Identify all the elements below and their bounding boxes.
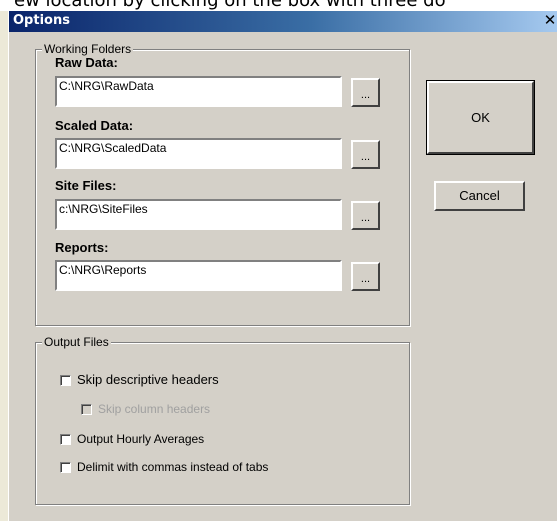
reports-browse-button[interactable]: ... — [351, 262, 380, 291]
options-dialog: Options ✕ Working Folders Raw Data: ... … — [8, 11, 557, 521]
output-files-legend: Output Files — [42, 335, 111, 349]
close-icon[interactable]: ✕ — [542, 11, 557, 32]
scaled-data-field[interactable] — [55, 138, 342, 169]
site-files-browse-button[interactable]: ... — [351, 201, 380, 230]
checkbox-label: Skip descriptive headers — [77, 372, 219, 387]
scaled-data-input[interactable] — [59, 141, 342, 155]
checkbox-box[interactable] — [81, 403, 92, 415]
scaled-data-browse-button[interactable]: ... — [351, 140, 380, 169]
site-files-label: Site Files: — [55, 178, 117, 193]
reports-input[interactable] — [59, 263, 342, 277]
ok-button[interactable]: OK — [426, 80, 535, 155]
reports-label: Reports: — [55, 240, 109, 255]
checkbox-box[interactable] — [60, 433, 71, 445]
window-title: Options — [13, 13, 70, 28]
cancel-button[interactable]: Cancel — [434, 181, 525, 211]
title-bar[interactable]: Options ✕ — [9, 11, 557, 32]
checkbox-label: Delimit with commas instead of tabs — [77, 460, 269, 474]
site-files-field[interactable] — [55, 199, 342, 230]
scaled-data-label: Scaled Data: — [55, 118, 134, 133]
skip-descriptive-headers-checkbox[interactable]: Skip descriptive headers — [60, 372, 219, 388]
checkbox-label: Skip column headers — [98, 402, 211, 416]
checkbox-box[interactable] — [60, 461, 71, 473]
background-document-text: ew location by clicking on the box with … — [0, 0, 557, 11]
reports-field[interactable] — [55, 260, 342, 291]
raw-data-label: Raw Data: — [55, 55, 118, 70]
checkbox-label: Output Hourly Averages — [77, 432, 205, 446]
output-files-group: Output Files Skip descriptive headers Sk… — [35, 335, 410, 505]
site-files-input[interactable] — [59, 202, 342, 216]
raw-data-input[interactable] — [59, 79, 342, 93]
skip-column-headers-checkbox[interactable]: Skip column headers — [81, 401, 210, 417]
working-folders-group: Working Folders Raw Data: ... Scaled Dat… — [35, 42, 410, 326]
raw-data-browse-button[interactable]: ... — [351, 78, 380, 107]
output-hourly-averages-checkbox[interactable]: Output Hourly Averages — [60, 431, 204, 447]
raw-data-field[interactable] — [55, 76, 342, 107]
delimit-commas-checkbox[interactable]: Delimit with commas instead of tabs — [60, 459, 268, 475]
checkbox-box[interactable] — [60, 374, 71, 386]
working-folders-legend: Working Folders — [42, 42, 134, 56]
